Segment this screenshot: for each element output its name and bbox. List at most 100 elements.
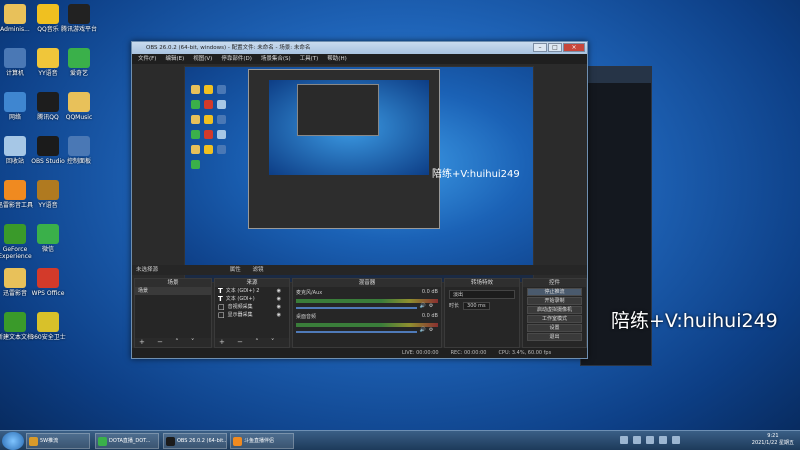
speaker-icon[interactable]: 🔊 (420, 327, 426, 333)
controls-dock: 控件 停止推流 开始录制 启动虚拟摄像机 工作室模式 设置 退出 (522, 278, 587, 348)
visibility-eye-icon[interactable]: ◉ (277, 295, 281, 303)
taskbar-item-label: DOTA直播_DOT... (109, 438, 151, 444)
taskbar-app-icon (98, 437, 107, 446)
preview-desktop-icons (189, 83, 229, 173)
obs-menubar: 文件(F) 编辑(E) 视图(V) 停靠部件(D) 场景集合(S) 工具(T) 帮助(H) (132, 54, 587, 64)
app-icon (68, 136, 90, 156)
transition-select[interactable]: 淡出 (449, 290, 515, 299)
control-button[interactable]: 开始录制 (527, 297, 582, 305)
obs-titlebar[interactable]: OBS 26.0.2 (64-bit, windows) - 配置文件: 未命名… (132, 42, 587, 54)
desktop-icon-label: WPS Office (31, 290, 65, 297)
taskbar-item-label: OBS 26.0.2 (64-bit... (177, 438, 227, 444)
transitions-header: 转场特效 (445, 279, 519, 287)
channel-name: 麦克风/Aux (296, 290, 323, 296)
close-button[interactable]: × (563, 43, 585, 52)
maximize-button[interactable]: □ (548, 43, 562, 52)
taskbar-item-label: 5W推流 (40, 438, 59, 444)
speaker-icon[interactable]: 🔊 (420, 303, 426, 309)
taskbar-item[interactable]: OBS 26.0.2 (64-bit... (163, 433, 227, 449)
sources-footer-buttons[interactable]: + − ˄ ˅ (215, 338, 289, 347)
taskbar: 5W推流 DOTA直播_DOT... OBS 26.0.2 (64-bit... 斗鱼… (0, 430, 800, 450)
obs-preview[interactable]: 陪练+V:huihui249 (184, 66, 534, 283)
scenes-header: 场景 (135, 279, 211, 287)
source-item[interactable]: □ 显示器采集 ◉ (215, 311, 289, 319)
app-icon (68, 48, 90, 68)
visibility-eye-icon[interactable]: ◉ (277, 303, 281, 311)
desktop-icon[interactable]: 爱奇艺 (54, 48, 104, 77)
source-item[interactable]: □ 音视频采集 ◉ (215, 303, 289, 311)
desktop-icon-label: 爱奇艺 (69, 70, 88, 77)
duration-label: 时长 (449, 303, 460, 309)
control-button[interactable]: 退出 (527, 333, 582, 341)
cpu-usage: CPU: 3.4%, 60.00 fps (498, 350, 552, 356)
taskbar-item[interactable]: DOTA直播_DOT... (95, 433, 159, 449)
menu-item[interactable]: 文件(F) (138, 54, 156, 64)
desktop-icon[interactable]: 微信 (23, 224, 73, 253)
desktop-icon-label: 360安全卫士 (30, 334, 66, 341)
gear-icon[interactable]: ⚙ (429, 303, 433, 309)
desktop-icon-label: 微信 (41, 246, 54, 253)
desktop-icon[interactable]: WPS Office (23, 268, 73, 297)
preview-mini-icon (191, 160, 200, 169)
desktop-icon-label: QQMusic (65, 114, 93, 121)
clock[interactable]: 9:21 2021/1/22 星期五 (752, 433, 794, 447)
menu-item[interactable]: 视图(V) (193, 54, 212, 64)
mixer-channel: 桌面音频 0.0 dB 🔊 ⚙ (293, 311, 441, 335)
taskbar-item[interactable]: 斗鱼直播伴侣 (230, 433, 294, 449)
control-button[interactable]: 启动虚拟摄像机 (527, 306, 582, 314)
desktop-icon[interactable]: 控制面板 (54, 136, 104, 165)
gear-icon[interactable]: ⚙ (429, 327, 433, 333)
desktop-icon[interactable]: QQMusic (54, 92, 104, 121)
duration-input[interactable]: 300 ms (463, 302, 490, 310)
preview-mini-icon (204, 100, 213, 109)
desktop-icon[interactable]: 腾讯游戏平台 (54, 4, 104, 33)
watermark-text: 陪练+V:huihui249 (611, 310, 778, 332)
menu-item[interactable]: 帮助(H) (327, 54, 346, 64)
scenes-footer-buttons[interactable]: + − ˄ ˅ (135, 338, 211, 347)
menu-item[interactable]: 停靠部件(D) (221, 54, 252, 64)
menu-item[interactable]: 工具(T) (300, 54, 319, 64)
properties-button[interactable]: 属性 (230, 267, 241, 273)
visibility-eye-icon[interactable]: ◉ (277, 311, 281, 319)
volume-slider[interactable] (296, 330, 417, 333)
scenes-dock: 场景 场景 + − ˄ ˅ (134, 278, 212, 348)
preview-mini-icon (217, 85, 226, 94)
mixer-header: 混音器 (293, 279, 441, 287)
minimize-button[interactable]: – (533, 43, 547, 52)
source-item[interactable]: T 文本 (GDI+) 2 ◉ (215, 287, 289, 295)
desktop-icon[interactable]: 360安全卫士 (23, 312, 73, 341)
taskbar-item[interactable]: 5W推流 (26, 433, 90, 449)
preview-mini-icon (191, 115, 200, 124)
preview-mini-icon (191, 130, 200, 139)
preview-mini-icon (204, 85, 213, 94)
visibility-eye-icon[interactable]: ◉ (277, 287, 281, 295)
taskbar-app-icon (166, 437, 175, 446)
desktop-icon-label: 控制面板 (66, 158, 91, 165)
control-button[interactable]: 设置 (527, 324, 582, 332)
obs-title: OBS 26.0.2 (64-bit, windows) - 配置文件: 未命名… (146, 45, 311, 51)
app-icon (37, 312, 59, 332)
volume-slider[interactable] (296, 306, 417, 309)
source-name: 显示器采集 (227, 312, 253, 318)
menu-item[interactable]: 编辑(E) (165, 54, 184, 64)
source-type-icon: □ (218, 303, 225, 311)
taskbar-app-icon (29, 437, 38, 446)
transitions-dock: 转场特效 淡出 时长 300 ms (444, 278, 520, 348)
preview-mini-icon (217, 100, 226, 109)
system-tray[interactable] (620, 436, 680, 444)
scene-item[interactable]: 场景 (135, 287, 211, 295)
preview-mini-icon (204, 130, 213, 139)
filters-button[interactable]: 滤镜 (253, 267, 264, 273)
preview-watermark: 陪练+V:huihui249 (432, 169, 520, 180)
app-icon (68, 92, 90, 112)
menu-item[interactable]: 场景集合(S) (261, 54, 291, 64)
desktop-icon[interactable]: YY语音 (23, 180, 73, 209)
control-button[interactable]: 工作室模式 (527, 315, 582, 323)
rec-timer: REC: 00:00:00 (450, 350, 487, 356)
source-item[interactable]: T 文本 (GDI+) ◉ (215, 295, 289, 303)
app-icon (37, 224, 59, 244)
channel-level: 0.0 dB (421, 313, 438, 319)
control-button[interactable]: 停止推流 (527, 288, 582, 296)
start-button[interactable] (2, 432, 24, 450)
obs-window[interactable]: OBS 26.0.2 (64-bit, windows) - 配置文件: 未命名… (131, 41, 588, 359)
